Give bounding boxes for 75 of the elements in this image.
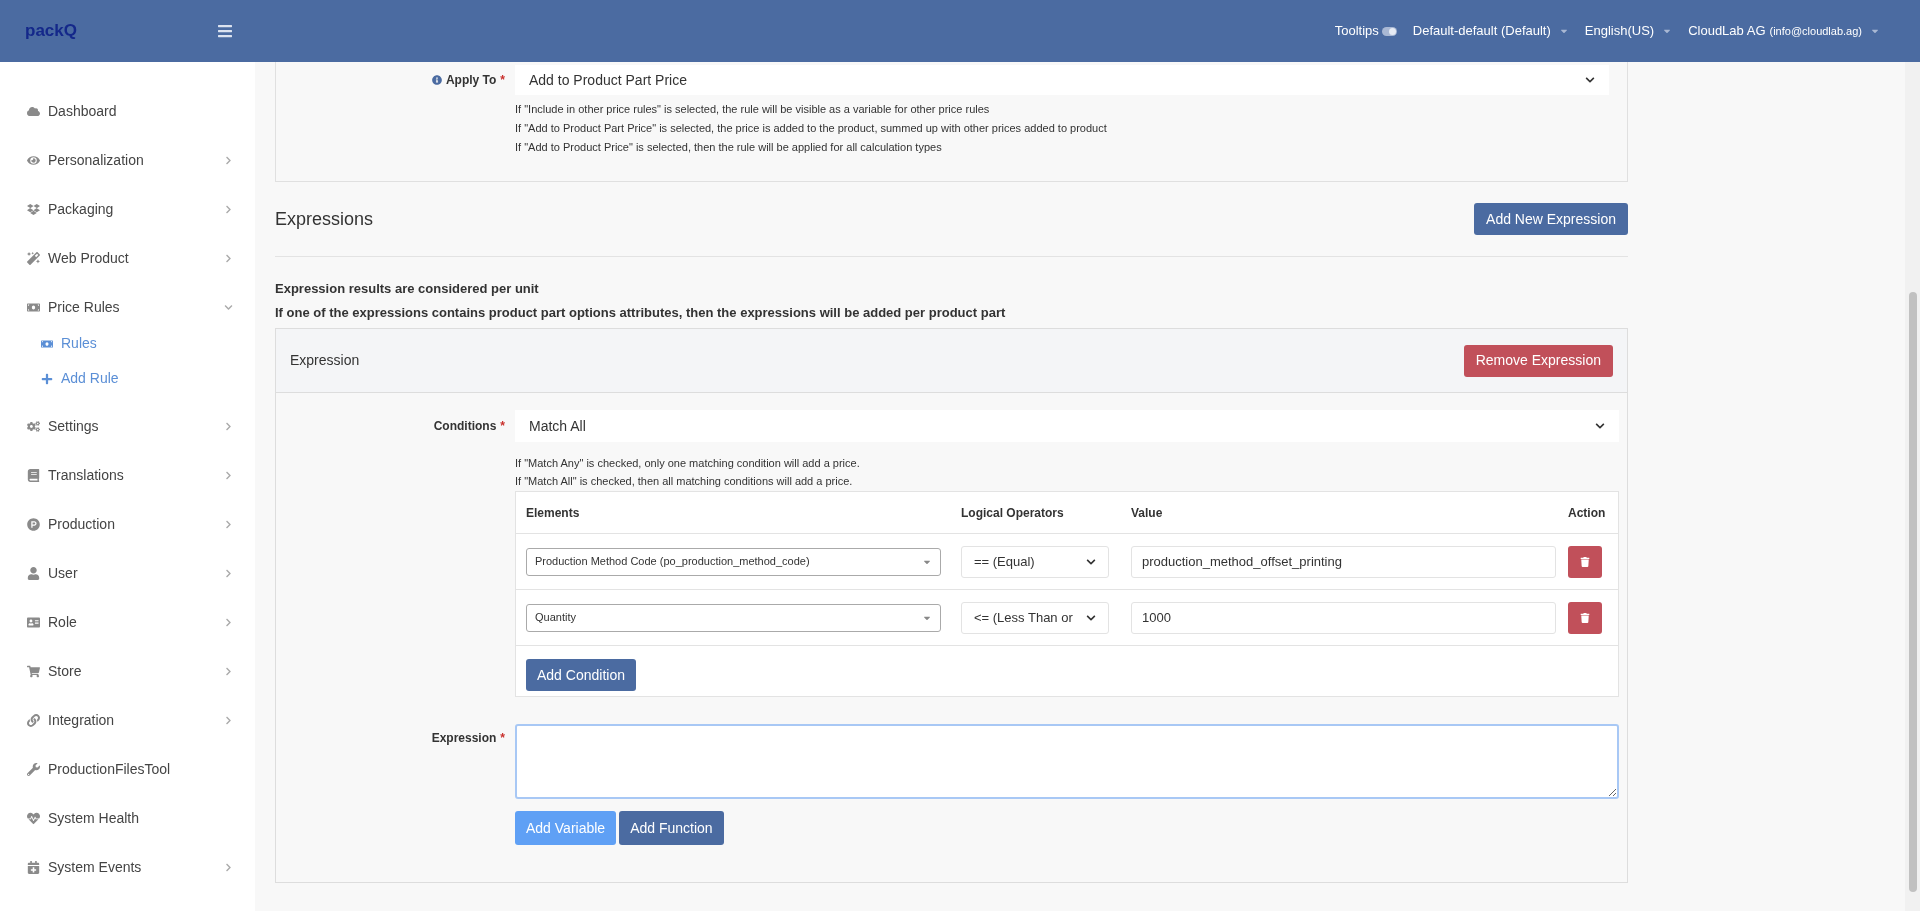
remove-expression-button[interactable]: Remove Expression — [1463, 344, 1613, 377]
element-select[interactable]: Production Method Code (po_production_method_code) — [526, 547, 941, 576]
required-mark: * — [500, 72, 505, 89]
tooltips-toggle[interactable]: Tooltips — [1334, 21, 1397, 41]
chevron-down-icon — [1086, 556, 1096, 567]
cloud-icon — [27, 105, 40, 118]
field-label: Conditions — [433, 418, 497, 435]
sidebar-item[interactable]: User — [27, 549, 233, 598]
column-header: Elements — [525, 504, 581, 522]
wand-icon — [27, 252, 40, 265]
add-function-button[interactable]: Add Function — [619, 811, 724, 845]
sidebar-item[interactable]: Integration — [27, 696, 233, 745]
section-title: Expressions — [275, 207, 374, 231]
id-card-icon — [27, 616, 40, 629]
required-mark: * — [500, 730, 505, 747]
add-expression-button[interactable]: Add New Expression — [1474, 203, 1628, 235]
sidebar-item[interactable]: Translations — [27, 451, 233, 500]
note-text: If one of the expressions contains product part options attributes, then the expressions will be added per product part — [275, 304, 1007, 322]
operator-select[interactable]: <= (Less Than or — [961, 601, 1109, 634]
header-dropdown[interactable]: English(US) — [1584, 21, 1673, 41]
column-header: Action — [1568, 504, 1607, 522]
sidebar-item[interactable]: Role — [27, 598, 233, 647]
add-condition-button[interactable]: Add Condition — [526, 659, 636, 691]
element-select[interactable]: Quantity — [526, 603, 941, 632]
field-label: Expression — [431, 730, 497, 747]
select-field[interactable]: Match All — [515, 410, 1619, 442]
help-text: If "Match All" is checked, then all matching conditions will add a price. — [515, 474, 854, 489]
banknote-icon — [41, 337, 53, 350]
sidebar-item[interactable]: Dashboard — [27, 87, 233, 136]
value-field[interactable]: 1000 — [1131, 601, 1556, 634]
sidebar-item[interactable]: System Events — [27, 843, 233, 892]
trash-icon — [1580, 612, 1590, 623]
header-dropdown[interactable]: Default-default (Default) — [1412, 21, 1569, 41]
note-text: Expression results are considered per unit — [275, 280, 540, 298]
gears-icon — [27, 420, 40, 433]
account-dropdown[interactable]: CloudLab AG (info@cloudlab.ag) — [1688, 21, 1880, 41]
delete-button[interactable] — [1568, 545, 1602, 578]
sidebar-item[interactable]: Settings — [27, 402, 233, 451]
sidebar-item[interactable]: Production — [27, 500, 233, 549]
calendar-plus-icon — [27, 861, 40, 874]
field-label: Apply To — [445, 72, 497, 89]
select-field[interactable]: Add to Product Part Price — [515, 65, 1609, 95]
chevron-down-icon — [1086, 612, 1096, 623]
help-text: If "Add to Product Part Price" is selected, the price is added to the product, summed up with other prices added to product — [515, 121, 1108, 136]
card-title: Expression — [290, 351, 360, 370]
book-icon — [27, 469, 40, 482]
sidebar-item[interactable]: Packaging — [27, 185, 233, 234]
sidebar-item[interactable]: Store — [27, 647, 233, 696]
info-icon[interactable] — [431, 75, 442, 85]
cart-icon — [27, 665, 40, 678]
help-text: If "Include in other price rules" is selected, the rule will be visible as a variable for other price rules — [515, 102, 991, 117]
help-text: If "Match Any" is checked, only one matching condition will add a price. — [515, 456, 861, 471]
column-header: Logical Operators — [961, 504, 1065, 522]
delete-button[interactable] — [1568, 601, 1602, 634]
trash-icon — [1580, 556, 1590, 567]
sidebar-item[interactable]: Personalization — [27, 136, 233, 185]
chevron-down-icon — [1585, 75, 1595, 85]
sidebar-item[interactable]: Web Product — [27, 234, 233, 283]
heartbeat-icon — [27, 812, 40, 825]
banknote-icon — [27, 301, 40, 314]
operator-select[interactable]: == (Equal) — [961, 545, 1109, 578]
chevron-down-icon — [1595, 421, 1605, 431]
user-icon — [27, 567, 40, 580]
required-mark: * — [500, 418, 505, 435]
plus-icon — [41, 372, 53, 385]
link-icon — [27, 714, 40, 727]
value-field[interactable]: production_method_offset_printing — [1131, 545, 1556, 578]
menu-icon[interactable] — [217, 23, 233, 39]
help-text: If "Add to Product Price" is selected, then the rule will be applied for all calculation types — [515, 140, 943, 155]
wrench-icon — [27, 763, 40, 776]
eye-icon — [27, 154, 40, 167]
column-header: Value — [1131, 504, 1164, 522]
sidebar-item[interactable]: ProductionFilesTool — [27, 745, 233, 794]
sidebar-item[interactable]: System Health — [27, 794, 233, 843]
box-icon — [27, 203, 40, 216]
